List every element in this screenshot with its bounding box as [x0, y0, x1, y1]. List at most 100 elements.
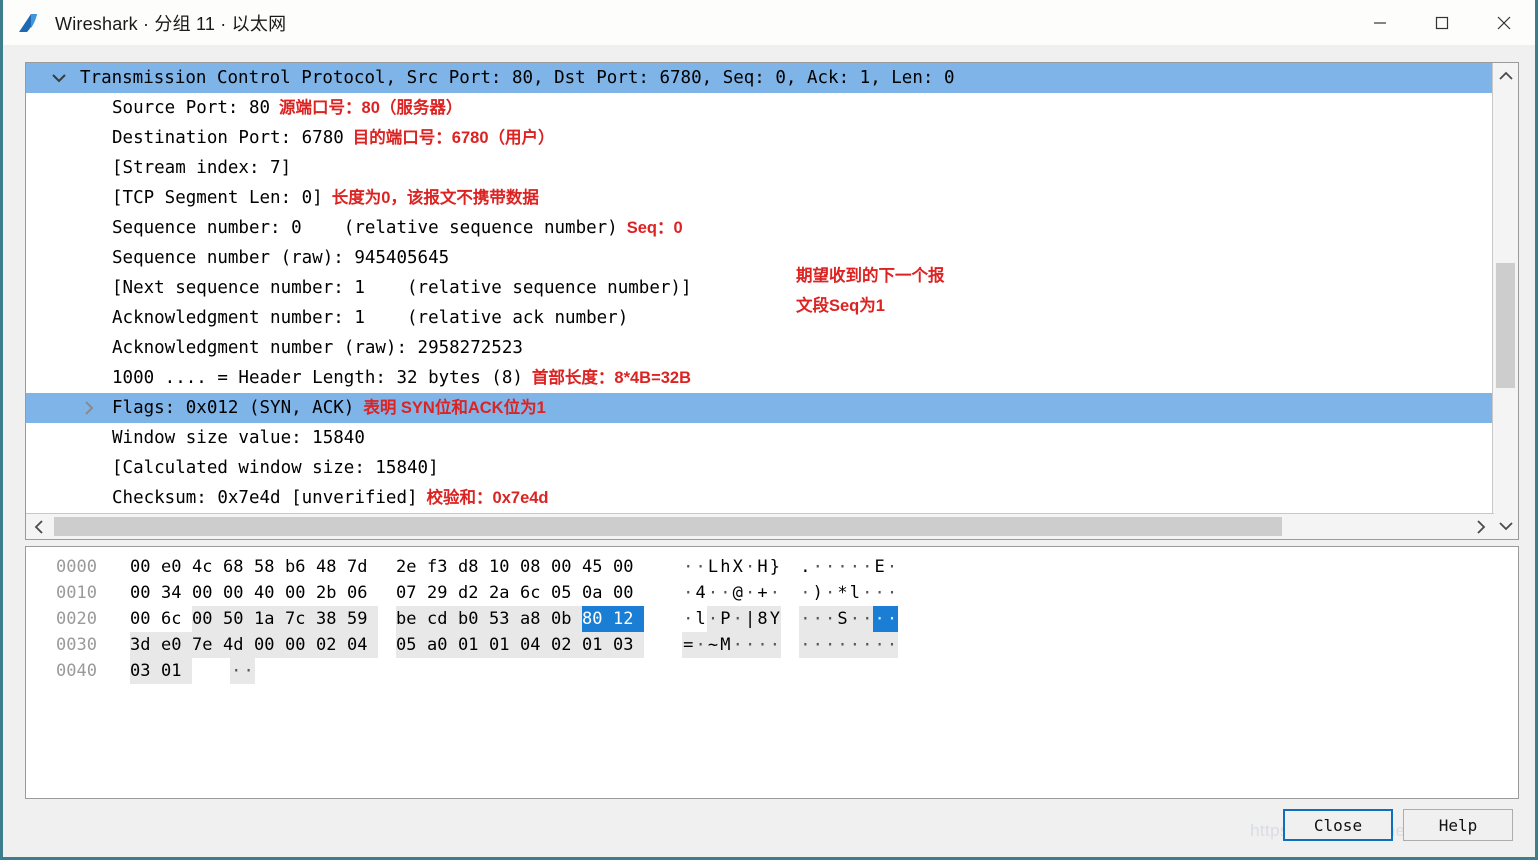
hex-byte[interactable]: 00: [130, 580, 161, 606]
hex-row[interactable]: 0020 00 6c 00 50 1a 7c 38 59 be cd b0 53 a8 0b 80 12 · l · P…: [26, 606, 1518, 632]
hex-byte[interactable]: 6c: [161, 606, 192, 632]
ascii-char[interactable]: M: [719, 632, 732, 658]
ascii-char[interactable]: ·: [744, 554, 756, 580]
ascii-char[interactable]: ·: [823, 606, 837, 632]
hex-byte[interactable]: 2b: [316, 580, 347, 606]
ascii-char[interactable]: ~: [706, 632, 720, 658]
ascii-char[interactable]: ·: [769, 580, 781, 606]
ascii-char[interactable]: ·: [744, 580, 756, 606]
ascii-char[interactable]: ·: [861, 554, 873, 580]
hex-byte[interactable]: 00: [130, 554, 161, 580]
hex-byte[interactable]: 40: [254, 580, 285, 606]
hex-byte[interactable]: 07: [396, 580, 427, 606]
hex-byte[interactable]: 34: [161, 580, 192, 606]
hex-byte[interactable]: 48: [316, 554, 347, 580]
ascii-char[interactable]: .: [799, 554, 811, 580]
horizontal-scroll-thumb[interactable]: [54, 517, 1282, 536]
hex-byte[interactable]: 00: [613, 580, 644, 606]
ascii-char[interactable]: P: [719, 606, 732, 632]
hex-byte[interactable]: 4c: [192, 554, 223, 580]
hex-byte[interactable]: b0: [458, 606, 489, 632]
ascii-char[interactable]: E: [873, 554, 885, 580]
ascii-char[interactable]: ·: [873, 632, 886, 658]
ascii-char[interactable]: ·: [836, 554, 848, 580]
ascii-char[interactable]: ·: [812, 554, 824, 580]
ascii-char[interactable]: =: [682, 632, 695, 658]
hex-byte[interactable]: 58: [254, 554, 285, 580]
scroll-up-icon[interactable]: [1493, 63, 1518, 89]
details-horizontal-scrollbar[interactable]: [26, 513, 1494, 539]
hex-byte[interactable]: 0b: [551, 606, 582, 632]
ascii-char[interactable]: ·: [861, 606, 874, 632]
ascii-char[interactable]: ·: [885, 632, 899, 658]
ascii-char[interactable]: ·: [811, 606, 824, 632]
hex-byte[interactable]: 45: [582, 554, 613, 580]
help-button[interactable]: Help: [1403, 809, 1513, 841]
hex-byte[interactable]: d2: [458, 580, 489, 606]
hex-byte[interactable]: 38: [316, 606, 347, 632]
hex-byte[interactable]: 05: [396, 632, 427, 658]
ascii-char[interactable]: ·: [799, 606, 812, 632]
hex-byte[interactable]: a0: [427, 632, 458, 658]
hex-byte[interactable]: be: [396, 606, 427, 632]
ascii-char[interactable]: +: [756, 580, 768, 606]
ascii-char[interactable]: ·: [706, 606, 720, 632]
ascii-char[interactable]: ·: [873, 580, 885, 606]
detail-row[interactable]: 1000 .... = Header Length: 32 bytes (8) 首…: [26, 363, 1494, 393]
hex-byte[interactable]: a8: [520, 606, 551, 632]
hex-byte[interactable]: 03: [130, 658, 161, 684]
ascii-char[interactable]: ·: [707, 580, 719, 606]
hex-byte[interactable]: 02: [316, 632, 347, 658]
packet-bytes-pane[interactable]: 0000 00 e0 4c 68 58 b6 48 7d 2e f3 d8 10 08 00 45 00 · · Lh…: [25, 546, 1519, 799]
ascii-char[interactable]: 8: [756, 606, 769, 632]
hex-row[interactable]: 0010 00 34 00 00 40 00 2b 06 07 29 d2 2a 6c 05 0a 00 · 4 · ·…: [26, 580, 1518, 606]
hex-byte[interactable]: 01: [161, 658, 192, 684]
hex-byte[interactable]: 29: [427, 580, 458, 606]
ascii-char[interactable]: }: [769, 554, 781, 580]
ascii-char[interactable]: l: [849, 580, 861, 606]
ascii-char[interactable]: ·: [823, 632, 837, 658]
hex-byte[interactable]: 50: [223, 606, 254, 632]
hex-byte[interactable]: b6: [285, 554, 316, 580]
hex-byte[interactable]: 01: [582, 632, 613, 658]
ascii-char[interactable]: ·: [682, 554, 694, 580]
hex-byte[interactable]: 80: [582, 606, 613, 632]
hex-byte[interactable]: 10: [489, 554, 520, 580]
ascii-char[interactable]: ·: [694, 554, 706, 580]
ascii-char[interactable]: ·: [682, 580, 694, 606]
ascii-char[interactable]: ·: [756, 632, 769, 658]
ascii-char[interactable]: ·: [849, 554, 861, 580]
ascii-char[interactable]: ·: [799, 580, 811, 606]
hex-row[interactable]: 0030 3d e0 7e 4d 00 00 02 04 05 a0 01 01 04 02 01 03 = · ~ M…: [26, 632, 1518, 658]
hex-byte[interactable]: 3d: [130, 632, 161, 658]
hex-byte[interactable]: 00: [130, 606, 161, 632]
vertical-scroll-thumb[interactable]: [1496, 263, 1515, 388]
detail-row[interactable]: Window size value: 15840: [26, 423, 1494, 453]
hex-byte[interactable]: 08: [520, 554, 551, 580]
hex-byte[interactable]: 00: [223, 580, 254, 606]
ascii-char[interactable]: @: [732, 580, 744, 606]
hex-byte[interactable]: 01: [458, 632, 489, 658]
ascii-char[interactable]: ·: [848, 632, 862, 658]
ascii-char[interactable]: *: [836, 580, 848, 606]
ascii-char[interactable]: X: [732, 554, 744, 580]
hex-byte[interactable]: 53: [489, 606, 520, 632]
hex-byte[interactable]: 6c: [520, 580, 551, 606]
hex-row[interactable]: 0040 03 01 · ·: [26, 658, 1518, 684]
detail-row[interactable]: [Calculated window size: 15840]: [26, 453, 1494, 483]
hex-byte[interactable]: e0: [161, 554, 192, 580]
hex-byte[interactable]: 02: [551, 632, 582, 658]
scroll-left-icon[interactable]: [26, 514, 52, 539]
hex-byte[interactable]: 00: [285, 580, 316, 606]
hex-byte[interactable]: 00: [192, 606, 223, 632]
ascii-char[interactable]: ·: [873, 606, 886, 632]
ascii-char[interactable]: ·: [848, 606, 862, 632]
ascii-char[interactable]: L: [707, 554, 719, 580]
hex-byte[interactable]: 00: [192, 580, 223, 606]
ascii-char[interactable]: ·: [886, 554, 898, 580]
ascii-char[interactable]: Y: [768, 606, 782, 632]
ascii-char[interactable]: ): [812, 580, 824, 606]
ascii-char[interactable]: ·: [885, 606, 899, 632]
ascii-char[interactable]: ·: [731, 606, 744, 632]
detail-row[interactable]: [Next sequence number: 1 (relative seque…: [26, 267, 1494, 315]
